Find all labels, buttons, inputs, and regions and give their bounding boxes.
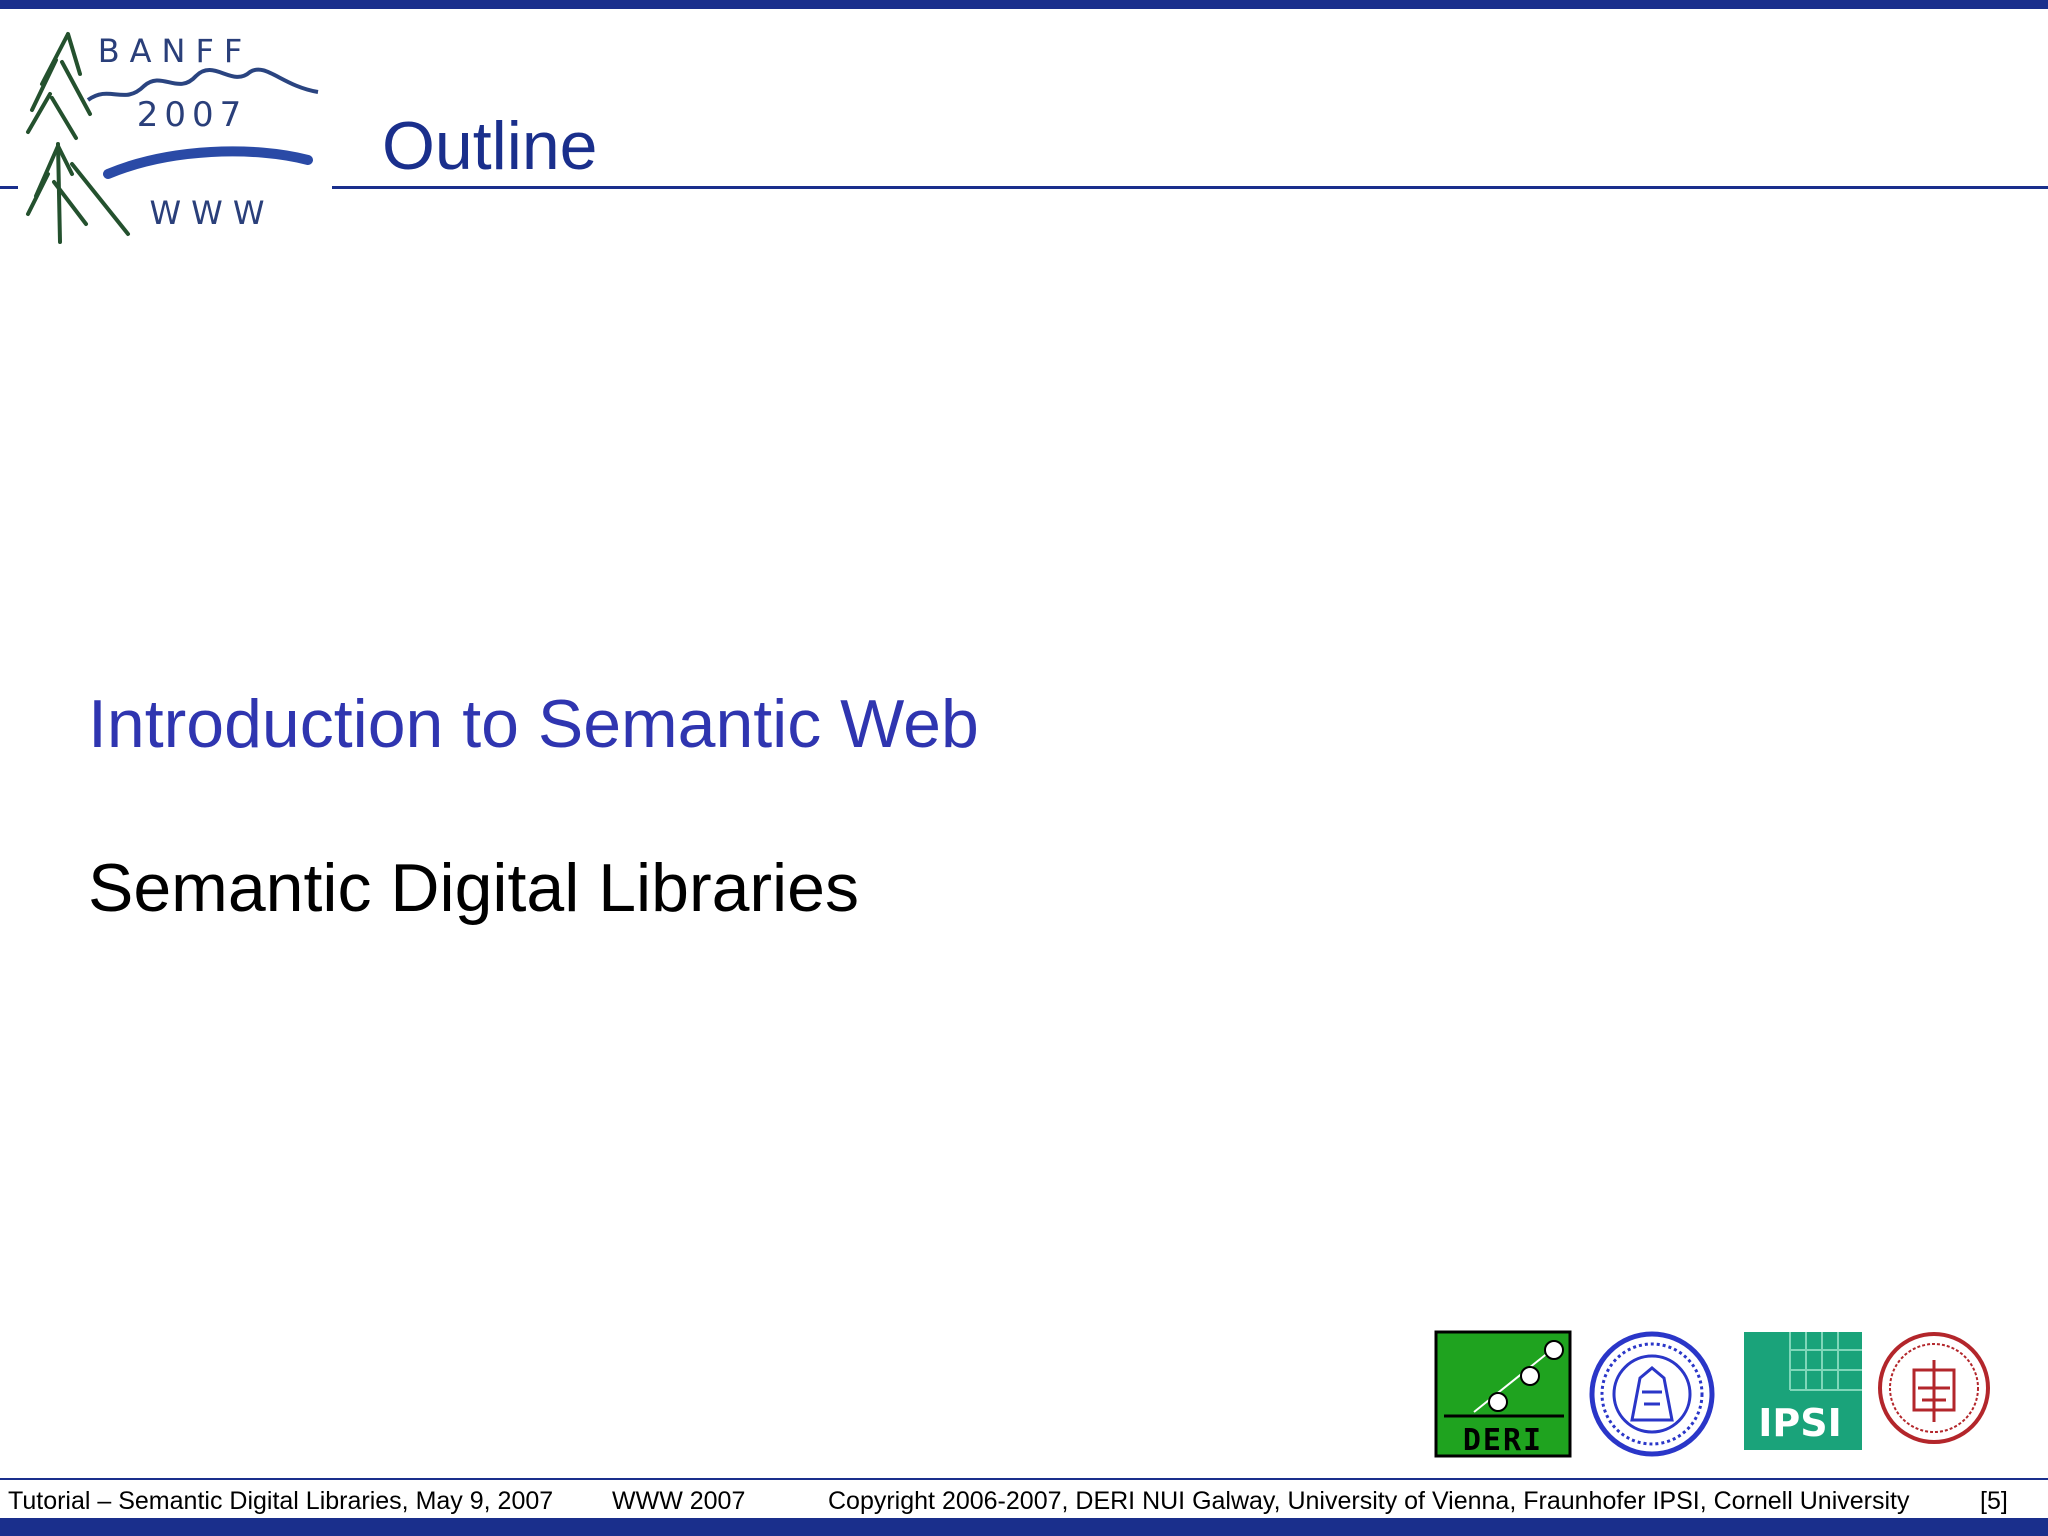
deri-logo: DERI [1434, 1330, 1572, 1458]
ipsi-logo-text: IPSI [1758, 1401, 1842, 1445]
slide-title: Outline [382, 108, 598, 184]
partner-logos: DERI IPSI [1434, 1330, 1990, 1458]
fraunhofer-ipsi-logo: IPSI [1744, 1332, 1862, 1450]
logo-label-text: WWW [150, 194, 275, 232]
banff-2007-www-logo: BANFF 2007 WWW [26, 32, 319, 244]
top-border-bar [0, 0, 2048, 9]
title-underline-left [0, 186, 18, 189]
cornell-university-seal [1878, 1332, 1990, 1444]
footer-page-number: [5] [1980, 1487, 2008, 1515]
footer: Tutorial – Semantic Digital Libraries, M… [0, 1487, 2048, 1515]
logo-name-text: BANFF [98, 32, 253, 70]
logo-year-text: 2007 [137, 95, 248, 135]
footer-copyright-text: Copyright 2006-2007, DERI NUI Galway, Un… [828, 1487, 1910, 1515]
footer-conference-text: WWW 2007 [612, 1487, 746, 1515]
footer-tutorial-text: Tutorial – Semantic Digital Libraries, M… [8, 1487, 554, 1515]
outline-item-introduction: Introduction to Semantic Web [88, 686, 979, 762]
deri-logo-text: DERI [1463, 1423, 1543, 1458]
outline-item-semantic-digital-libraries: Semantic Digital Libraries [88, 850, 859, 926]
footer-rule [0, 1478, 2048, 1480]
title-underline [332, 186, 2048, 189]
outline-list: Introduction to Semantic Web Semantic Di… [88, 690, 979, 922]
bottom-border-bar [0, 1518, 2048, 1536]
university-of-vienna-seal [1589, 1331, 1715, 1457]
